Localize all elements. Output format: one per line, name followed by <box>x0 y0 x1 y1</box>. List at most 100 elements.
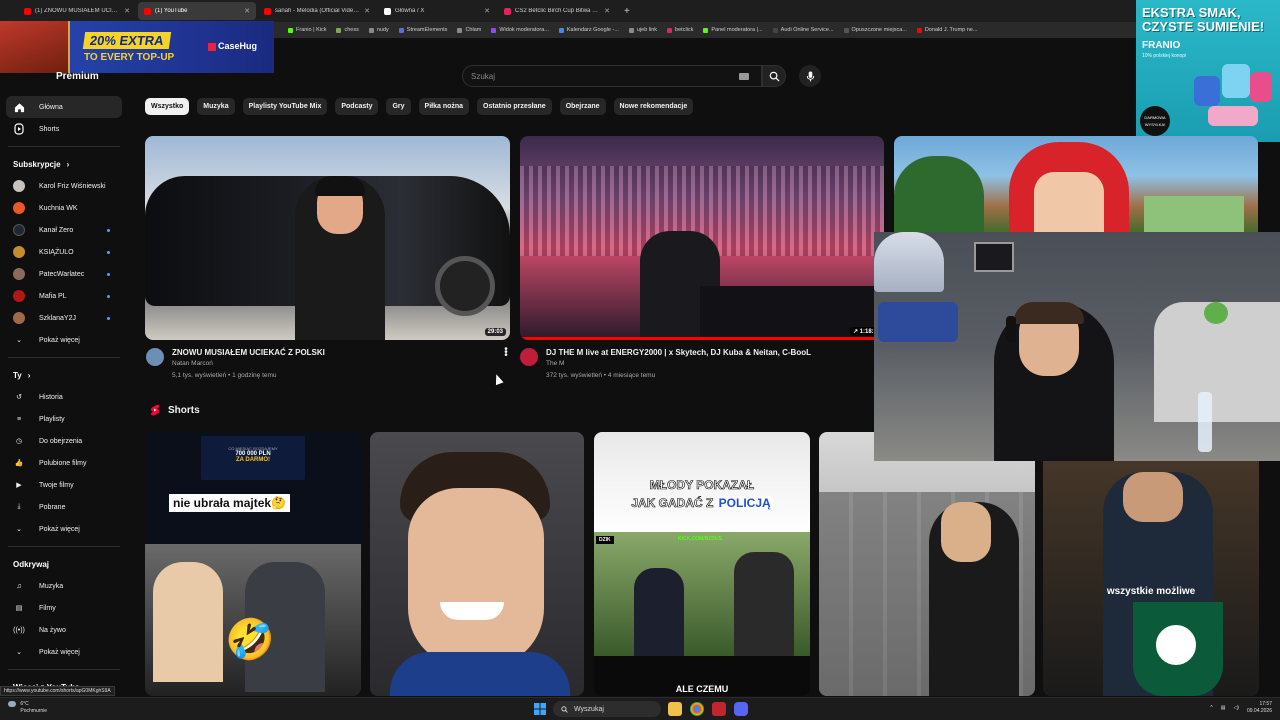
bookmark-label: Widok moderatora... <box>499 27 549 33</box>
casehug-ad-banner[interactable]: 20% EXTRA TO EVERY TOP-UP CaseHug <box>0 21 274 73</box>
weather-widget[interactable]: 6°C Pochmurnie <box>8 701 47 715</box>
chip[interactable]: Piłka nożna <box>418 98 470 115</box>
taskbar-search[interactable]: Wyszukaj <box>553 701 661 717</box>
video-title[interactable]: ZNOWU MUSIAŁEM UCIEKAĆ Z POLSKI <box>172 348 325 357</box>
new-tab-icon[interactable]: + <box>618 6 636 17</box>
sidebar-item-subscription[interactable]: Karol Friz Wiśniewski <box>0 175 128 197</box>
browser-tab[interactable]: (1) ZNOWU MUSIAŁEM UCIEKA... ✕ <box>18 2 136 20</box>
close-tab-icon[interactable]: ✕ <box>244 7 250 15</box>
franio-ad-banner[interactable]: EKSTRA SMAK, CZYSTE SUMIENIE! FRANIO 10%… <box>1136 0 1280 142</box>
sidebar-item-shorts[interactable]: Shorts <box>0 118 128 140</box>
short-thumbnail[interactable]: CO MIESIĄC ROZDAJEMY 700 000 PLN ZA DARM… <box>145 432 361 696</box>
sidebar-item-liked[interactable]: 👍 Polubione filmy <box>0 452 128 474</box>
tab-title: CS2 Betclic Birch Cup Bitwa Stre... <box>515 8 601 14</box>
sidebar-item-label: Twoje filmy <box>39 481 74 489</box>
sidebar-item-label: Polubione filmy <box>39 459 87 467</box>
bookmark[interactable]: Audi Online Service... <box>772 27 834 33</box>
sidebar-item-watch-later[interactable]: ◷ Do obejrzenia <box>0 430 128 452</box>
browser-tab[interactable]: CS2 Betclic Birch Cup Bitwa Stre... ✕ <box>498 2 616 20</box>
sidebar-item-show-more[interactable]: ⌄ Pokaż więcej <box>0 329 128 351</box>
sidebar-item-music[interactable]: ♫ Muzyka <box>0 575 128 597</box>
video-thumbnail[interactable]: 29:03 <box>145 136 510 340</box>
browser-tab[interactable]: Główna / X ✕ <box>378 2 496 20</box>
chip[interactable]: Muzyka <box>197 98 235 115</box>
browser-tab[interactable]: sanah - Melodia (Official Video... ✕ <box>258 2 376 20</box>
sidebar-item-subscription[interactable]: SzklanaY2J <box>0 307 128 329</box>
channel-avatar[interactable] <box>520 348 538 366</box>
chip[interactable]: Ostatnio przesłane <box>477 98 552 115</box>
sidebar-item-subscription[interactable]: Kanał Zero <box>0 219 128 241</box>
voice-search-button[interactable] <box>799 65 821 87</box>
network-icon[interactable]: ▤ <box>1221 705 1226 711</box>
bookmark[interactable]: Panel moderatora |... <box>703 27 763 33</box>
bookmark[interactable]: chess <box>336 27 359 33</box>
sidebar-item-subscription[interactable]: Kuchnia WK <box>0 197 128 219</box>
chip[interactable]: Obejrzane <box>559 98 606 115</box>
browser-tab-active[interactable]: (1) YouTube ✕ <box>138 2 256 20</box>
subscriptions-heading[interactable]: Subskrypcje › <box>0 153 128 175</box>
sidebar: Główna Shorts Subskrypcje › Karol Friz Wi… <box>0 96 128 692</box>
chip[interactable]: Podcasty <box>335 98 379 115</box>
plush-toy-image <box>1204 302 1228 324</box>
sidebar-item-live[interactable]: ((•)) Na żywo <box>0 619 128 641</box>
bookmark[interactable]: Chłam <box>457 27 481 33</box>
balloon-image <box>874 232 944 292</box>
chip[interactable]: Nowe rekomendacje <box>613 98 694 115</box>
volume-icon[interactable]: ◁) <box>1233 705 1239 711</box>
sidebar-item-show-more[interactable]: ⌄ Pokaż więcej <box>0 518 128 540</box>
more-options-icon[interactable]: • • • <box>504 345 508 361</box>
sidebar-item-history[interactable]: ↺ Historia <box>0 386 128 408</box>
search-button[interactable] <box>762 65 786 87</box>
sidebar-item-your-videos[interactable]: ▶ Twoje filmy <box>0 474 128 496</box>
file-explorer-icon[interactable] <box>668 702 682 716</box>
bookmark[interactable]: ujeb link <box>628 27 657 33</box>
sidebar-item-movies[interactable]: ▤ Filmy <box>0 597 128 619</box>
bookmark[interactable]: nudy <box>368 27 389 33</box>
short-thumbnail[interactable]: wszystkie możliwe <box>1043 432 1259 696</box>
video-thumbnail[interactable]: ↗ 1:18:1 <box>520 136 884 340</box>
bookmark[interactable]: Franio | Kick <box>288 27 326 33</box>
close-tab-icon[interactable]: ✕ <box>364 7 370 15</box>
bookmark[interactable]: Kalendarz Google -... <box>558 27 619 33</box>
close-tab-icon[interactable]: ✕ <box>484 7 490 15</box>
keyboard-icon[interactable] <box>739 73 749 80</box>
short-thumbnail[interactable] <box>819 432 1035 696</box>
short-thumbnail[interactable] <box>370 432 584 696</box>
channel-avatar[interactable] <box>146 348 164 366</box>
bookmark[interactable]: Donald J. Trump ne... <box>916 27 977 33</box>
bookmark[interactable]: StreamElements <box>398 27 447 33</box>
bookmark[interactable]: Widok moderatora... <box>491 27 549 33</box>
close-tab-icon[interactable]: ✕ <box>124 7 130 15</box>
app-icon[interactable] <box>712 702 726 716</box>
channel-name[interactable]: Natan Marcoń <box>172 360 213 367</box>
short-thumbnail[interactable]: MŁODY POKAZAŁ JAK GADAĆ Z POLICJĄ DZIK K… <box>594 432 810 696</box>
face-image <box>941 502 991 562</box>
channel-name[interactable]: The M <box>546 360 564 367</box>
bookmark[interactable]: betclick <box>667 27 693 33</box>
chevron-up-icon[interactable]: ^ <box>1210 705 1212 711</box>
sidebar-item-home[interactable]: Główna <box>6 96 122 118</box>
chip-all[interactable]: Wszystko <box>145 98 190 115</box>
chip[interactable]: Gry <box>386 98 411 115</box>
clock[interactable]: 17:57 09.04.2026 <box>1247 701 1272 715</box>
sidebar-item-subscription[interactable]: Mafia PL <box>0 285 128 307</box>
video-thumbnail[interactable] <box>894 136 1258 236</box>
sidebar-item-downloads[interactable]: ⤓ Pobrane <box>0 496 128 518</box>
you-heading[interactable]: Ty › <box>0 364 128 386</box>
video-title[interactable]: DJ THE M live at ENERGY2000 | x Skytech,… <box>546 348 811 357</box>
sidebar-item-show-more[interactable]: ⌄ Pokaż więcej <box>0 641 128 663</box>
sidebar-item-playlists[interactable]: ≡ Playlisty <box>0 408 128 430</box>
bookmark-label: Franio | Kick <box>296 27 327 33</box>
close-tab-icon[interactable]: ✕ <box>604 7 610 15</box>
chip[interactable]: Playlisty YouTube Mix <box>242 98 328 115</box>
youtube-premium-logo[interactable]: Premium <box>56 71 99 82</box>
chrome-icon[interactable] <box>690 702 704 716</box>
girl-image <box>153 562 223 682</box>
sidebar-item-subscription[interactable]: KSIĄŻULO <box>0 241 128 263</box>
windows-start-icon[interactable] <box>534 703 546 715</box>
sidebar-item-label: Pobrane <box>39 503 66 511</box>
discord-icon[interactable] <box>734 702 748 716</box>
bookmark[interactable]: Opuszczone miejsca... <box>843 27 907 33</box>
sidebar-item-subscription[interactable]: PatecWarlatec <box>0 263 128 285</box>
search-input[interactable]: Szukaj <box>462 65 762 87</box>
